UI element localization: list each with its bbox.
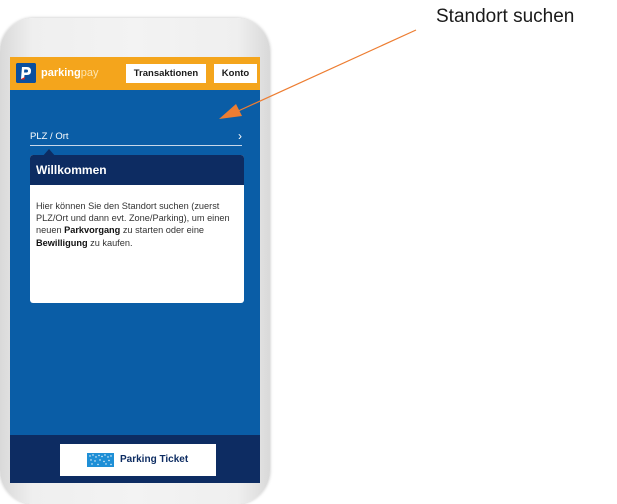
annotation-arrow: [219, 29, 417, 119]
annotation-label: Standort suchen: [436, 6, 575, 27]
